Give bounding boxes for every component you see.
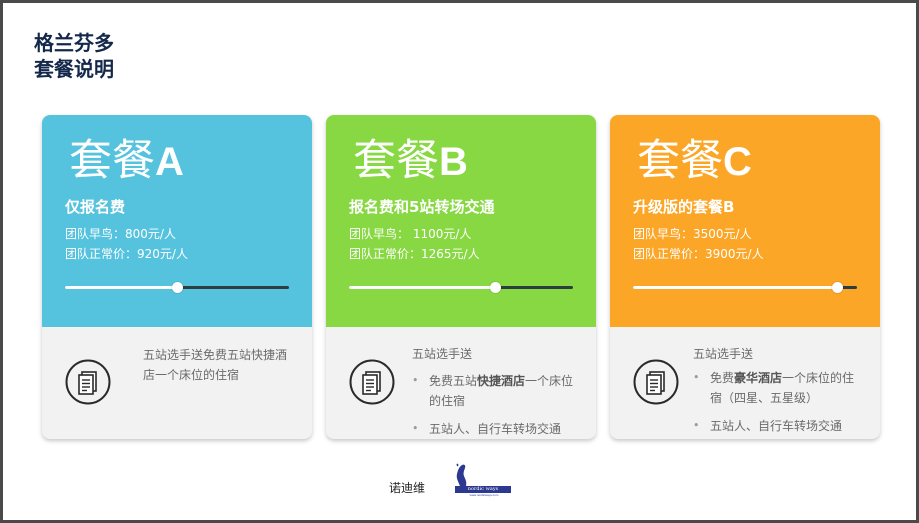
package-c-early-price: 团队早鸟：3500元/人 [633,227,752,241]
document-icon [633,359,679,405]
logo-wordmark: nordic ways [455,486,511,493]
list-item: • 免费五站快捷酒店一个床位的住宿 [412,371,584,411]
package-c-regular-price: 团队正常价：3900元/人 [633,247,764,261]
slider-knob[interactable] [172,282,183,293]
slider-knob[interactable] [831,282,843,293]
slide: 格兰芬多 套餐说明 套餐A 仅报名费 团队早鸟：800元/人 团队正常价：920… [3,3,916,520]
package-a-regular-price: 团队正常价：920元/人 [65,247,188,261]
package-b-subtitle: 报名费和5站转场交通 [349,198,495,216]
footer-brand-name: 诺迪维 [389,481,426,495]
package-b-early-price: 团队早鸟： 1100元/人 [349,227,472,241]
bullet-icon: • [693,419,700,432]
package-c-description-heading: 五站选手送 [693,347,754,361]
bullet-icon: • [412,374,419,387]
package-a-header: 套餐A 仅报名费 团队早鸟：800元/人 团队正常价：920元/人 [42,115,312,327]
slide-title-line-1: 格兰芬多 [34,31,114,55]
list-item: • 五站人、自行车转场交通 [412,419,584,439]
package-c-name-prefix: 套餐 [637,136,723,186]
slider-knob[interactable] [489,282,501,293]
package-card-b: 套餐B 报名费和5站转场交通 团队早鸟： 1100元/人 团队正常价：1265元… [326,115,596,439]
package-a-name: 套餐A [69,133,184,190]
package-b-description-heading: 五站选手送 [412,347,473,361]
slider-fill [633,286,837,289]
package-b-benefits: • 免费五站快捷酒店一个床位的住宿 • 五站人、自行车转场交通 [412,371,584,439]
logo-url: www.nordicways.com [469,493,499,497]
list-item: • 五站人、自行车转场交通 [693,416,865,436]
nordic-ways-logo: nordic ways www.nordicways.com [442,462,512,500]
slide-title: 格兰芬多 套餐说明 [34,30,114,82]
package-a-early-price: 团队早鸟：800元/人 [65,227,176,241]
package-card-c: 套餐C 升级版的套餐B 团队早鸟：3500元/人 团队正常价：3900元/人 五… [610,115,880,439]
package-a-slider[interactable] [65,282,289,293]
package-b-name-prefix: 套餐 [353,136,439,186]
package-a-name-prefix: 套餐 [69,136,155,186]
package-c-slider[interactable] [633,282,857,293]
package-c-subtitle: 升级版的套餐B [633,198,735,216]
package-c-benefits: • 免费豪华酒店一个床位的住宿（四星、五星级） • 五站人、自行车转场交通 [693,368,865,436]
document-icon [349,359,395,405]
package-a-description: 五站选手送免费五站快捷酒店一个床位的住宿 [143,348,288,382]
package-b-name: 套餐B [353,133,468,190]
package-c-name: 套餐C [637,133,752,190]
slider-fill [349,286,495,289]
list-item: • 免费豪华酒店一个床位的住宿（四星、五星级） [693,368,865,408]
package-b-slider[interactable] [349,282,573,293]
package-card-a: 套餐A 仅报名费 团队早鸟：800元/人 团队正常价：920元/人 五站选手送免… [42,115,312,439]
package-a-name-letter: A [155,140,184,184]
package-b-header: 套餐B 报名费和5站转场交通 团队早鸟： 1100元/人 团队正常价：1265元… [326,115,596,327]
slider-fill [65,286,177,289]
package-b-regular-price: 团队正常价：1265元/人 [349,247,480,261]
bullet-icon: • [693,371,700,384]
package-a-subtitle: 仅报名费 [65,198,126,216]
bullet-icon: • [412,422,419,435]
package-c-header: 套餐C 升级版的套餐B 团队早鸟：3500元/人 团队正常价：3900元/人 [610,115,880,327]
package-c-name-letter: C [723,140,752,184]
slide-title-line-2: 套餐说明 [34,57,114,81]
package-b-name-letter: B [439,140,468,184]
document-icon [65,359,111,405]
